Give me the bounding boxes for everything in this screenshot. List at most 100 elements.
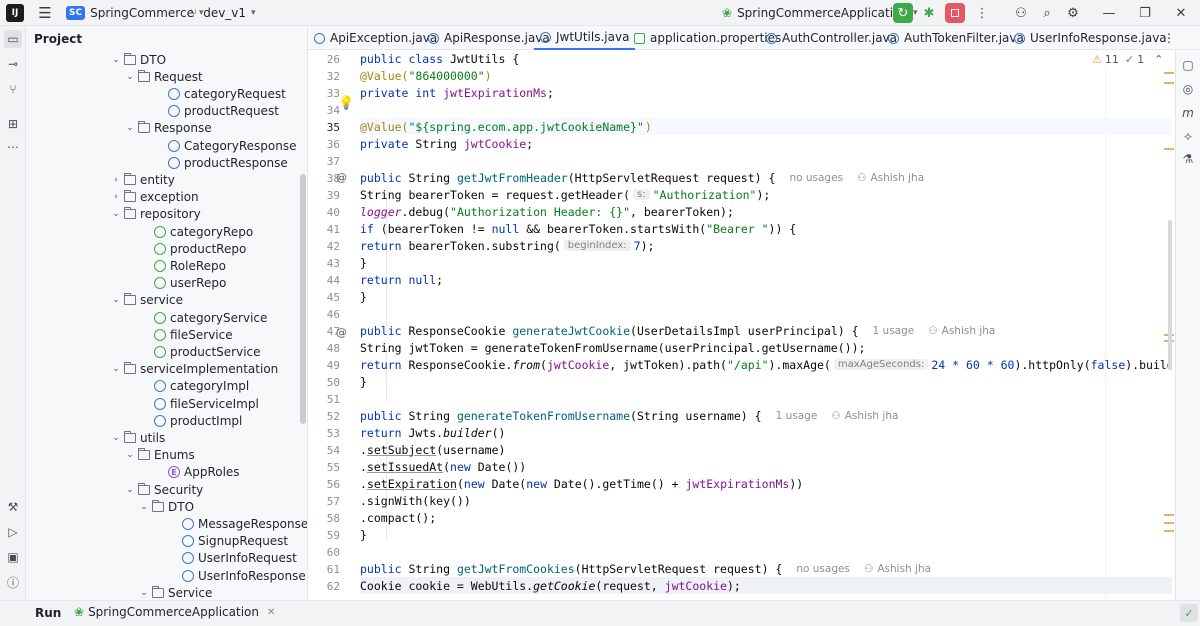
warning-stripe[interactable] [1164,72,1174,74]
git-branch-icon[interactable]: ⑂ [4,80,22,98]
chevron-down-icon[interactable]: ⌄ [124,450,136,460]
line-number[interactable]: 39 [310,189,340,202]
more-actions-icon[interactable]: ⋮ [973,4,991,22]
warning-stripe[interactable] [1164,148,1174,150]
tree-item[interactable]: categoryRepo [152,223,253,240]
chevron-down-icon[interactable]: ⌄ [124,485,136,495]
code-editor[interactable]: public class JwtUtils { @Value("86400000… [360,50,1172,600]
terminal-icon[interactable]: ▣ [4,548,22,566]
search-icon[interactable]: ⌕ [1038,4,1056,22]
close-tab-icon[interactable]: ✕ [267,607,275,618]
structure-icon[interactable]: ⊞ [4,115,22,133]
services-icon[interactable]: ▷ [4,523,22,541]
close-icon[interactable]: ✕ [1172,4,1190,22]
gear-icon[interactable]: ⚙ [1064,4,1082,22]
maven-icon[interactable]: m [1179,104,1197,122]
tree-item[interactable]: ⌄ Request [124,68,203,85]
tree-item[interactable]: › exception [110,189,199,206]
chevron-down-icon[interactable]: ⌄ [124,123,136,133]
line-number[interactable]: 56 [310,478,340,491]
tree-item[interactable]: productResponse [166,154,288,171]
chevron-down-icon[interactable]: ⌄ [110,295,122,305]
line-number[interactable]: 49 [310,359,340,372]
line-number[interactable]: 51 [310,393,340,406]
project-scrollbar[interactable] [300,174,306,424]
chevron-down-icon[interactable]: ⌄ [124,72,136,82]
project-tool-icon[interactable]: ▭ [4,30,22,48]
line-number[interactable]: 50 [310,376,340,389]
chevron-right-icon[interactable]: › [110,192,122,202]
line-number[interactable]: 61 [310,563,340,576]
line-number[interactable]: 36 [310,138,340,151]
line-number[interactable]: 42 [310,240,340,253]
more-tools-icon[interactable]: ⋯ [4,138,22,156]
tree-item[interactable]: fileServiceImpl [152,395,259,412]
tree-item[interactable]: ⌄ DTO [110,51,166,68]
tree-item[interactable]: SignupRequest [180,533,288,550]
chevron-down-icon[interactable]: ⌄ [110,55,122,65]
chevron-down-icon[interactable]: ⌄ [110,209,122,219]
line-number[interactable]: 38 [310,172,340,185]
editor-tab[interactable]: JwtUtils.java [534,26,636,50]
tree-item[interactable]: productRequest [166,103,279,120]
tree-item[interactable]: ⌄ repository [110,206,201,223]
debug-icon[interactable]: ✱ [920,4,938,22]
editor-scrollbar[interactable] [1168,220,1172,370]
build-icon[interactable]: ⚒ [4,498,22,516]
run-tool-label[interactable]: Run [35,606,61,620]
line-number[interactable]: 32 [310,70,340,83]
line-number[interactable]: 53 [310,427,340,440]
tree-item[interactable]: ⌄ utils [110,429,165,446]
line-number[interactable]: 26 [310,53,340,66]
intellij-logo-icon[interactable]: IJ [6,4,24,22]
tree-item[interactable]: productImpl [152,412,242,429]
line-number[interactable]: 33 [310,87,340,100]
tree-item[interactable]: ⌄ Enums [124,447,195,464]
maximize-icon[interactable]: ❐ [1136,4,1154,22]
notifications-icon[interactable]: ▢ [1179,56,1197,74]
tree-item[interactable]: userRepo [152,275,226,292]
tree-item[interactable]: RoleRepo [152,257,226,274]
rerun-icon[interactable]: ↻ [893,3,913,23]
project-switcher[interactable]: SC SpringCommerce ▾ [66,0,203,26]
tree-item[interactable]: E AppRoles [166,464,240,481]
warning-stripe[interactable] [1164,522,1174,524]
line-number[interactable]: 34 [310,104,340,117]
line-number[interactable]: 41 [310,223,340,236]
line-number[interactable]: 44 [310,274,340,287]
line-number[interactable]: 60 [310,546,340,559]
minimize-icon[interactable]: — [1100,4,1118,22]
line-number[interactable]: 59 [310,529,340,542]
tree-item[interactable]: › entity [110,171,175,188]
database-icon[interactable]: ◎ [1179,80,1197,98]
tree-item[interactable]: UserInfoRequest [180,550,297,567]
main-menu-icon[interactable]: ☰ [36,4,54,22]
line-number[interactable]: 47 [310,325,340,338]
tree-item[interactable]: CategoryResponse [166,137,296,154]
inspection-widget[interactable]: ⚠ 11 ✓ 1 ⌃ ⌄ [1092,53,1172,66]
add-user-icon[interactable]: ⚇ [1012,4,1030,22]
branch-switcher[interactable]: ⑂ dev_v1 ▾ [190,0,256,26]
tree-item[interactable]: productService [152,343,261,360]
copilot-icon[interactable]: ⚗ [1179,150,1197,168]
line-number[interactable]: 46 [310,308,340,321]
warning-stripe[interactable] [1164,514,1174,516]
line-number[interactable]: 57 [310,495,340,508]
tree-item[interactable]: ⌄ DTO [138,498,194,515]
warning-stripe[interactable] [1164,530,1174,532]
line-number[interactable]: 40 [310,206,340,219]
tree-item[interactable]: MessageResponse [180,515,307,532]
line-number[interactable]: 43 [310,257,340,270]
line-number[interactable]: 45 [310,291,340,304]
tree-item[interactable]: ⌄ Response [124,120,212,137]
line-number[interactable]: 48 [310,342,340,355]
tabs-more-icon[interactable]: ⋮ [1163,26,1175,50]
editor-tab[interactable]: UserInfoResponse.java [1008,26,1173,50]
problems-icon[interactable]: ⓘ [4,573,22,591]
tree-item[interactable]: ⌄ Service [138,584,212,600]
tree-item[interactable]: categoryRequest [166,85,286,102]
line-number[interactable]: 37 [310,155,340,168]
chevron-right-icon[interactable]: › [110,175,122,185]
line-number[interactable]: 52 [310,410,340,423]
tree-item[interactable]: ⌄ serviceImplementation [110,361,278,378]
